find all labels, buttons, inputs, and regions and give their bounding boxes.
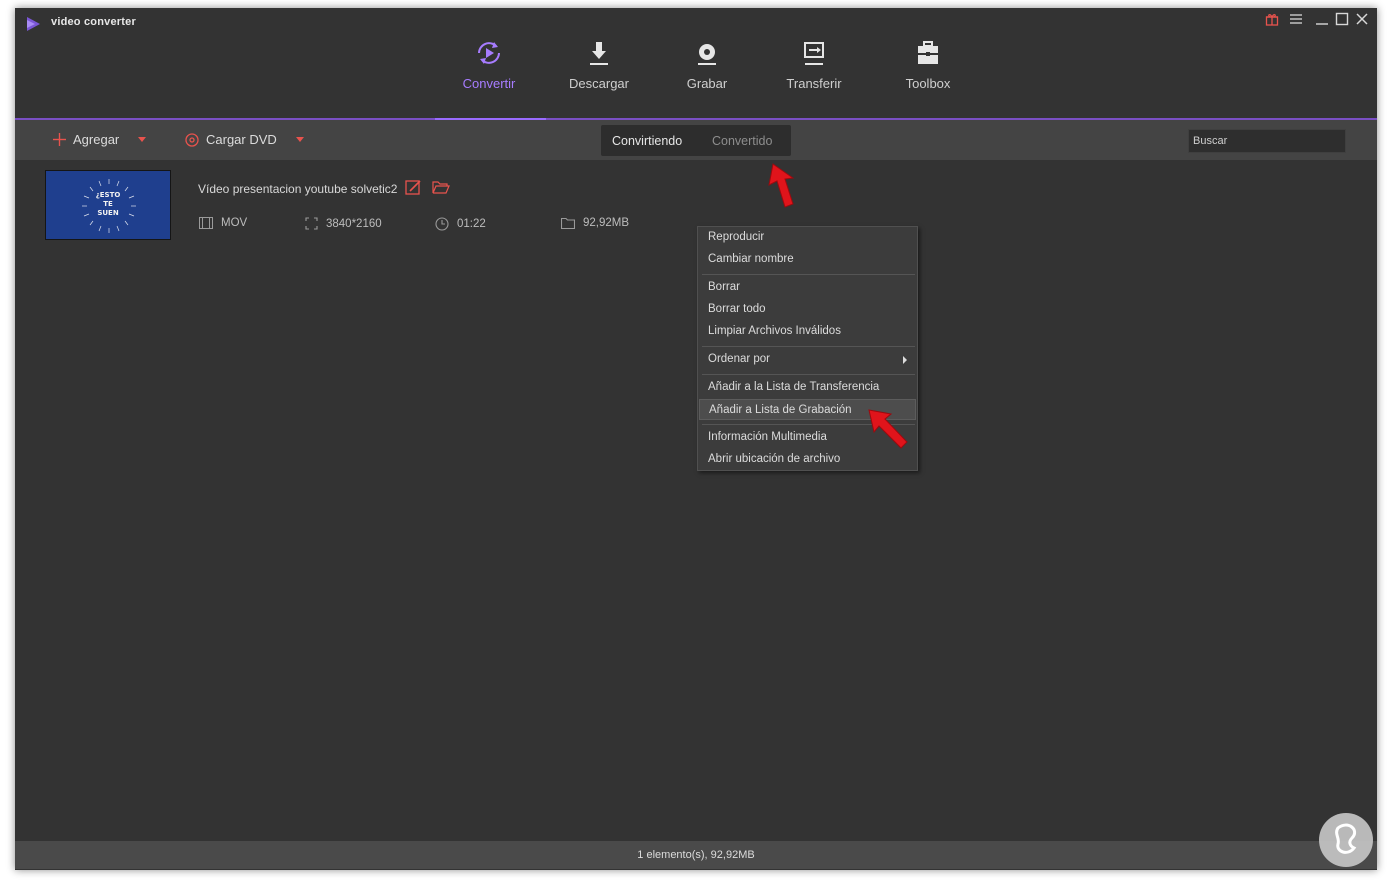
tab-descargar[interactable]: Descargar xyxy=(544,38,654,91)
load-dvd-button[interactable]: Cargar DVD xyxy=(185,132,304,147)
file-duration-value: 01:22 xyxy=(457,218,486,230)
tab-grabar[interactable]: Grabar xyxy=(652,38,762,91)
file-name: Vídeo presentacion youtube solvetic2 xyxy=(198,182,398,196)
menu-item-clean-invalid[interactable]: Limpiar Archivos Inválidos xyxy=(699,321,916,342)
folder-icon xyxy=(561,217,575,229)
watermark-logo-icon xyxy=(1319,813,1373,867)
convert-icon xyxy=(478,42,500,64)
file-size: 92,92MB xyxy=(561,217,629,229)
file-duration: 01:22 xyxy=(435,217,486,231)
title-bar: video converter Convertir Descargar Grab… xyxy=(15,8,1377,118)
thumbnail-text: ¿ESTO TE SUEN xyxy=(95,191,121,217)
close-icon[interactable] xyxy=(1355,12,1369,29)
tab-convertir-label: Convertir xyxy=(462,76,516,91)
menu-item-delete-all[interactable]: Borrar todo xyxy=(699,299,916,320)
menu-item-sort-by[interactable]: Ordenar por xyxy=(699,349,916,370)
menu-icon[interactable] xyxy=(1289,12,1303,29)
maximize-icon[interactable] xyxy=(1335,12,1349,29)
annotation-arrow-icon xyxy=(768,163,795,208)
disc-icon xyxy=(698,44,716,65)
resize-icon xyxy=(305,217,318,230)
file-format-value: MOV xyxy=(221,217,248,229)
tab-transferir-label: Transferir xyxy=(786,76,842,91)
tab-convertir[interactable]: Convertir xyxy=(434,38,544,91)
annotation-arrow-icon xyxy=(868,409,908,449)
menu-separator xyxy=(702,274,915,275)
app-title: video converter xyxy=(51,16,136,28)
menu-separator xyxy=(702,374,915,375)
menu-item-play[interactable]: Reproducir xyxy=(699,227,916,248)
open-folder-icon[interactable] xyxy=(432,180,450,199)
transfer-icon xyxy=(804,42,824,65)
add-button[interactable]: Agregar xyxy=(53,132,147,147)
add-button-label: Agregar xyxy=(73,132,120,147)
tab-descargar-label: Descargar xyxy=(569,76,629,91)
load-dvd-button-label: Cargar DVD xyxy=(206,132,277,147)
gift-icon[interactable] xyxy=(1265,12,1279,29)
add-dropdown-chevron-icon[interactable] xyxy=(138,137,147,142)
tab-grabar-label: Grabar xyxy=(686,76,728,91)
app-window: video converter Convertir Descargar Grab… xyxy=(15,8,1377,870)
submenu-arrow-icon xyxy=(903,356,907,364)
minimize-icon[interactable] xyxy=(1315,12,1329,29)
tab-convertido[interactable]: Convertido xyxy=(712,134,772,148)
edit-icon[interactable] xyxy=(405,179,422,201)
clock-icon xyxy=(435,217,449,231)
menu-separator xyxy=(702,346,915,347)
file-size-value: 92,92MB xyxy=(583,217,630,229)
menu-item-add-transfer-list[interactable]: Añadir a la Lista de Transferencia xyxy=(699,377,916,398)
status-text: 1 elemento(s), 92,92MB xyxy=(637,849,755,861)
tab-toolbox-label: Toolbox xyxy=(905,76,951,91)
video-thumbnail[interactable]: ¿ESTO TE SUEN xyxy=(45,170,171,240)
tab-transferir[interactable]: Transferir xyxy=(759,38,869,91)
film-icon xyxy=(199,217,213,229)
file-format: MOV xyxy=(199,217,247,229)
tab-convirtiendo[interactable]: Convirtiendo xyxy=(612,134,682,148)
menu-item-sort-by-label: Ordenar por xyxy=(708,353,771,365)
dvd-dropdown-chevron-icon[interactable] xyxy=(295,137,304,142)
tab-toolbox[interactable]: Toolbox xyxy=(873,38,983,91)
menu-item-delete[interactable]: Borrar xyxy=(699,277,916,298)
menu-item-rename[interactable]: Cambiar nombre xyxy=(699,249,916,270)
plus-icon xyxy=(53,133,66,146)
app-logo-icon xyxy=(27,17,40,31)
search-input[interactable] xyxy=(1188,129,1346,153)
status-bar: 1 elemento(s), 92,92MB xyxy=(15,841,1377,869)
dvd-icon xyxy=(185,132,199,147)
download-icon xyxy=(590,42,608,65)
toolbox-icon xyxy=(918,41,938,64)
file-resolution: 3840*2160 xyxy=(305,217,382,230)
menu-item-open-location[interactable]: Abrir ubicación de archivo xyxy=(699,449,916,470)
conversion-segment-control: Convirtiendo Convertido xyxy=(601,125,791,156)
file-resolution-value: 3840*2160 xyxy=(326,217,382,230)
